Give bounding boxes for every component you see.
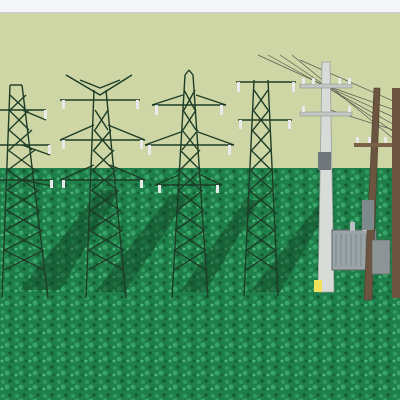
sky: [0, 13, 400, 170]
powerline-scene: [0, 13, 400, 400]
